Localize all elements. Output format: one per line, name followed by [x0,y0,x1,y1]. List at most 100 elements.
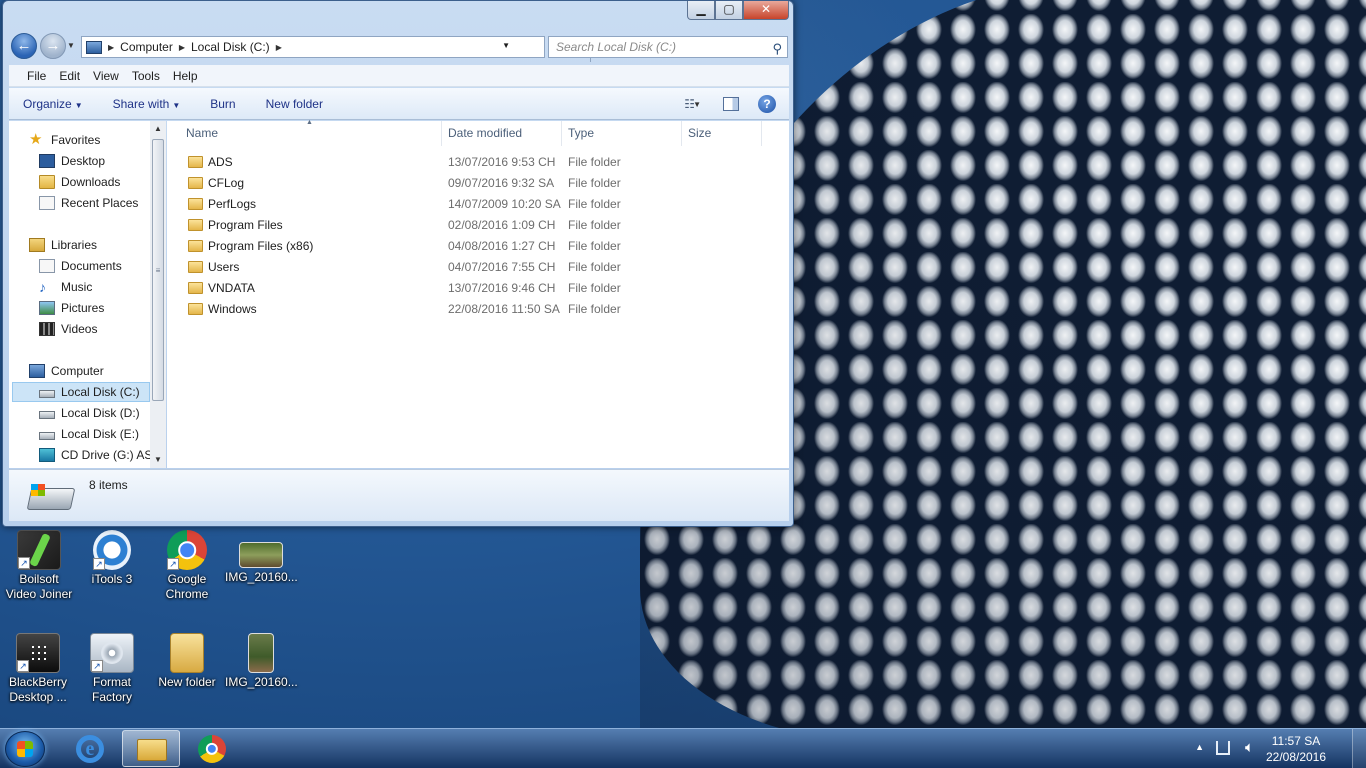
desktop-icon-format-factory[interactable]: ↗ Format Factory [76,633,148,705]
clock-date[interactable]: 22/08/2016 [1256,750,1336,764]
nav-cd-drive[interactable]: CD Drive (G:) ASU [39,445,165,465]
nav-label: Recent Places [61,196,139,210]
clock-time[interactable]: 11:57 SA [1256,734,1336,748]
file-row[interactable]: Users 04/07/2016 7:55 CH File folder [167,257,767,278]
breadcrumb-local-disk-c[interactable]: Local Disk (C:) [191,40,270,54]
nav-label: Music [61,280,93,294]
menu-help[interactable]: Help [173,69,198,83]
taskbar-internet-explorer[interactable]: e [60,730,118,767]
forward-button[interactable]: → [40,33,66,59]
desktop-icon-boilsoft[interactable]: ↗ Boilsoft Video Joiner [3,530,75,602]
file-name: Windows [208,302,257,316]
desktop-icon-img2[interactable]: IMG_20160... [225,633,298,690]
column-header-date-modified[interactable]: Date modified [442,121,562,146]
column-header-type[interactable]: Type [562,121,682,146]
file-row[interactable]: VNDATA 13/07/2016 9:46 CH File folder [167,278,767,299]
nav-label: Downloads [61,175,121,189]
file-row[interactable]: Program Files 02/08/2016 1:09 CH File fo… [167,215,767,236]
new-folder-button[interactable]: New folder [266,97,323,111]
volume-icon[interactable]: 🔈︎ [1245,739,1254,756]
desktop-icon-label: iTools 3 [91,572,133,586]
column-header-size[interactable]: Size [682,121,762,146]
share-with-button[interactable]: Share with ▼ [113,97,181,111]
nav-local-disk-c[interactable]: Local Disk (C:) [12,382,150,402]
taskbar-google-chrome[interactable] [183,730,241,767]
file-row[interactable]: Windows 22/08/2016 11:50 SA File folder [167,299,767,320]
address-dropdown-icon[interactable]: ▼ [502,41,510,50]
image-thumbnail-icon [239,542,283,568]
menu-file[interactable]: File [27,69,46,83]
nav-desktop[interactable]: Desktop [39,151,165,171]
folder-icon [188,219,203,231]
nav-recent-places[interactable]: Recent Places [39,193,165,213]
windows-logo-icon [17,741,33,757]
breadcrumb-computer[interactable]: Computer [120,40,173,54]
file-row[interactable]: Program Files (x86) 04/08/2016 1:27 CH F… [167,236,767,257]
desktop-icon-itools[interactable]: ↗ iTools 3 [76,530,148,587]
navigation-scrollbar[interactable]: ▲ ≡ ▼ [150,121,166,468]
nav-downloads[interactable]: Downloads [39,172,165,192]
folder-icon [188,156,203,168]
preview-pane-icon[interactable] [723,97,739,111]
desktop-icon-new-folder[interactable]: New folder [151,633,223,690]
breadcrumb-chevron-icon[interactable]: ▶ [179,43,185,52]
burn-button[interactable]: Burn [210,97,235,111]
file-date: 04/08/2016 1:27 CH [448,239,556,253]
file-name: Program Files [208,218,283,232]
file-row[interactable]: CFLog 09/07/2016 9:32 SA File folder [167,173,767,194]
view-options-dropdown[interactable]: ▼ [693,100,701,109]
network-icon[interactable] [1216,741,1230,755]
shortcut-arrow-icon: ↗ [167,558,179,570]
search-input[interactable]: Search Local Disk (C:) ⚲ [548,36,788,58]
address-bar[interactable]: ▶ Computer ▶ Local Disk (C:) ▶ ▼ ⟳ [81,36,609,62]
nav-libraries[interactable]: Libraries [29,235,165,255]
nav-local-disk-d[interactable]: Local Disk (D:) [39,403,165,423]
nav-music[interactable]: ♪ Music [39,277,165,297]
file-type: File folder [568,155,621,169]
back-button[interactable]: ← [11,33,37,59]
recent-pages-dropdown[interactable]: ▼ [67,41,75,50]
windows-logo-icon [31,484,45,496]
help-button[interactable]: ? [758,95,776,113]
menu-view[interactable]: View [93,69,119,83]
menu-tools[interactable]: Tools [132,69,160,83]
shortcut-arrow-icon: ↗ [93,558,105,570]
show-hidden-icons-arrow-icon[interactable]: ▲ [1195,742,1204,752]
folder-icon [188,282,203,294]
nav-label: Local Disk (E:) [61,427,140,441]
search-icon[interactable]: ⚲ [772,39,782,59]
scroll-up-arrow-icon[interactable]: ▲ [150,121,166,137]
scrollbar-thumb[interactable]: ≡ [152,139,164,401]
file-row[interactable]: ADS 13/07/2016 9:53 CH File folder [167,152,767,173]
nav-pictures[interactable]: Pictures [39,298,165,318]
nav-local-disk-e[interactable]: Local Disk (E:) [39,424,165,444]
file-date: 09/07/2016 9:32 SA [448,176,555,190]
nav-documents[interactable]: Documents [39,256,165,276]
maximize-button[interactable]: ▢ [715,1,743,20]
close-button[interactable]: ✕ [743,1,789,20]
taskbar-windows-explorer[interactable] [122,730,180,767]
desktop-icon-label: Boilsoft [19,572,59,586]
show-desktop-button[interactable] [1352,729,1366,768]
file-row[interactable]: PerfLogs 14/07/2009 10:20 SA File folder [167,194,767,215]
organize-button[interactable]: Organize ▼ [23,97,83,111]
breadcrumb-chevron-icon[interactable]: ▶ [108,43,114,52]
start-button[interactable] [5,731,45,767]
nav-videos[interactable]: Videos [39,319,165,339]
nav-label: Local Disk (D:) [61,406,140,420]
nav-label: Computer [51,364,104,378]
scroll-down-arrow-icon[interactable]: ▼ [150,452,166,468]
itools-icon: ↗ [93,530,131,570]
nav-favorites[interactable]: ★ Favorites [29,130,165,150]
nav-computer[interactable]: Computer [29,361,165,381]
file-type: File folder [568,176,621,190]
desktop-icon-img1[interactable]: IMG_20160... [225,530,298,585]
file-date: 14/07/2009 10:20 SA [448,197,561,211]
desktop-icon-label: IMG_20160... [225,570,298,584]
desktop-icon-blackberry[interactable]: ↗ BlackBerry Desktop ... [2,633,74,705]
column-header-name[interactable]: Name [180,121,442,146]
menu-edit[interactable]: Edit [59,69,80,83]
minimize-button[interactable]: ▁ [687,1,715,20]
desktop-icon-chrome[interactable]: ↗ Google Chrome [151,530,223,602]
breadcrumb-chevron-icon[interactable]: ▶ [276,43,282,52]
